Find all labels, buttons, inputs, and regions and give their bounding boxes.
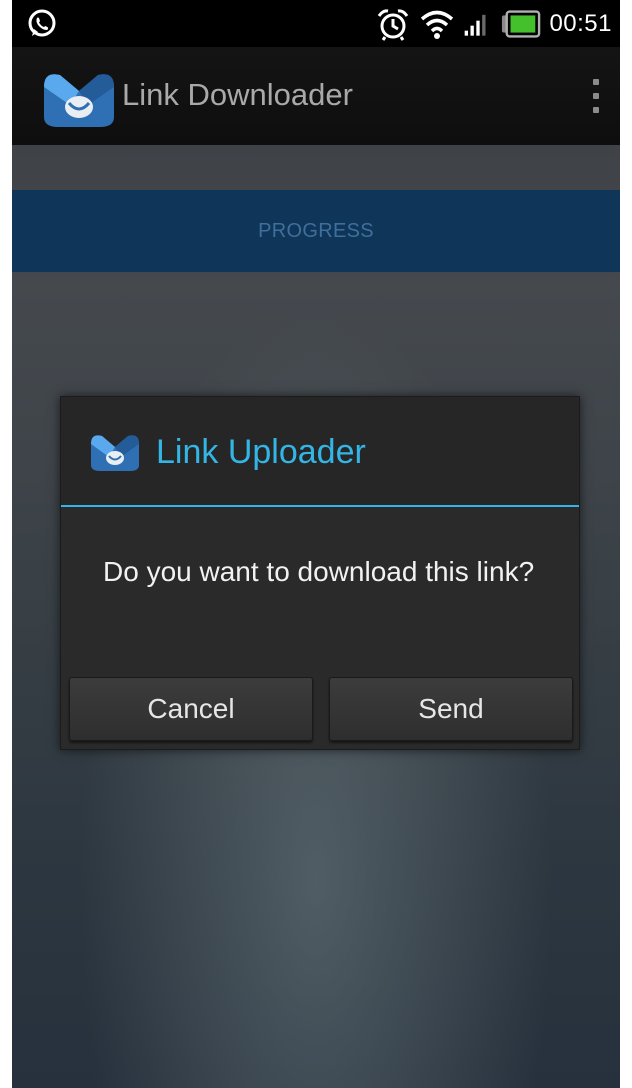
app-logo-icon	[44, 74, 114, 127]
tab-progress-label: PROGRESS	[258, 219, 374, 242]
dialog-message: Do you want to download this link?	[103, 556, 535, 587]
action-bar: Link Downloader	[12, 47, 620, 147]
battery-icon	[502, 9, 541, 38]
screen: 00:51 Link Downloader PROGRESS Link Uplo…	[12, 0, 620, 1088]
whatsapp-icon	[28, 9, 56, 37]
tab-progress[interactable]: PROGRESS	[12, 190, 620, 272]
alarm-icon	[378, 8, 409, 41]
status-bar: 00:51	[12, 0, 620, 47]
cancel-button[interactable]: Cancel	[69, 677, 313, 741]
status-time: 00:51	[549, 9, 612, 37]
dialog-buttons: Cancel Send	[69, 677, 573, 741]
app-title: Link Downloader	[122, 77, 353, 112]
confirm-dialog: Link Uploader Do you want to download th…	[60, 396, 580, 750]
status-icons: 00:51	[375, 0, 612, 47]
overflow-menu-icon[interactable]	[588, 79, 604, 113]
dialog-header: Link Uploader	[61, 397, 579, 507]
signal-icon	[465, 14, 486, 36]
wifi-icon	[421, 10, 454, 39]
dialog-title: Link Uploader	[156, 433, 366, 471]
send-button[interactable]: Send	[329, 677, 573, 741]
app-logo-icon	[91, 435, 139, 471]
menu-dot	[593, 93, 599, 99]
menu-dot	[593, 79, 599, 85]
menu-dot	[593, 107, 599, 113]
